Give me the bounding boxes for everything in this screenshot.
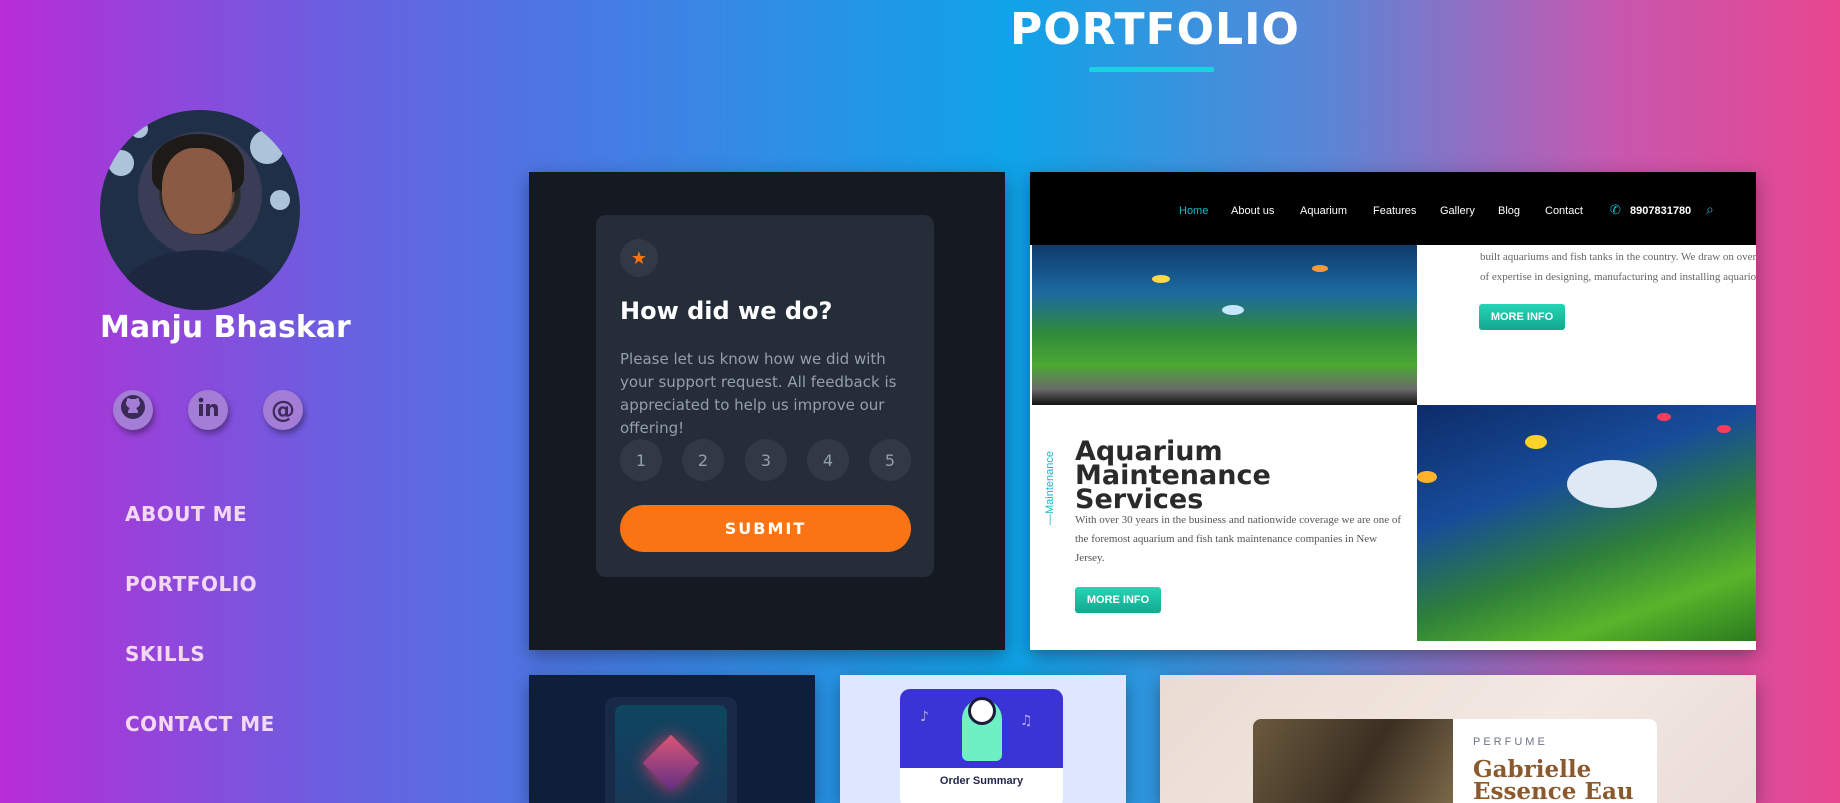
portfolio-card-nft[interactable] bbox=[529, 675, 815, 803]
title-underline bbox=[1089, 67, 1214, 72]
phone-number: 8907831780 bbox=[1630, 205, 1692, 217]
aq-nav-features[interactable]: Features bbox=[1373, 205, 1416, 217]
feedback-text: Please let us know how we did with your … bbox=[620, 350, 897, 437]
music-note-icon: ♪ bbox=[920, 709, 929, 725]
nav-about-me[interactable]: ABOUT ME bbox=[125, 502, 247, 526]
perfume-name: Gabrielle Essence Eau bbox=[1473, 756, 1634, 803]
submit-button[interactable]: SUBMIT bbox=[620, 505, 911, 552]
aquarium-heading: Aquarium Maintenance Services bbox=[1075, 436, 1271, 515]
aquarium-image-1 bbox=[1032, 245, 1417, 405]
aq-nav-about[interactable]: About us bbox=[1231, 205, 1274, 217]
portfolio-card-perfume[interactable]: PERFUME Gabrielle Essence Eau bbox=[1160, 675, 1756, 803]
portfolio-card-feedback[interactable]: ★ How did we do? Please let us know how … bbox=[529, 172, 1005, 650]
aq-nav-home[interactable]: Home bbox=[1179, 205, 1208, 217]
more-info-button-2[interactable]: MORE INFO bbox=[1075, 587, 1161, 613]
nav-skills[interactable]: SKILLS bbox=[125, 642, 205, 666]
maintenance-label: —Maintenance bbox=[1044, 451, 1056, 525]
rating-5[interactable]: 5 bbox=[869, 439, 911, 481]
aq-nav-aquarium[interactable]: Aquarium bbox=[1300, 205, 1347, 217]
feedback-heading: How did we do? bbox=[620, 297, 833, 325]
aquarium-navbar: Home About us Aquarium Features Gallery … bbox=[1030, 172, 1756, 245]
linkedin-link[interactable] bbox=[188, 390, 228, 430]
aq-nav-gallery[interactable]: Gallery bbox=[1440, 205, 1475, 217]
email-icon: @ bbox=[271, 396, 295, 424]
perfume-image bbox=[1253, 719, 1453, 803]
perfume-panel: PERFUME Gabrielle Essence Eau bbox=[1453, 719, 1657, 803]
aquarium-paragraph: With over 30 years in the business and n… bbox=[1075, 514, 1402, 564]
profile-name: Manju Bhaskar bbox=[100, 310, 351, 345]
aquarium-top-text-2: of expertise in designing, manufacturing… bbox=[1480, 271, 1756, 283]
page-title: PORTFOLIO bbox=[1010, 4, 1300, 55]
portfolio-card-order-summary[interactable]: ♪ ♫ Order Summary bbox=[840, 675, 1126, 803]
aq-nav-blog[interactable]: Blog bbox=[1498, 205, 1520, 217]
more-info-button[interactable]: MORE INFO bbox=[1479, 304, 1565, 330]
aq-nav-contact[interactable]: Contact bbox=[1545, 205, 1583, 217]
nav-contact-me[interactable]: CONTACT ME bbox=[125, 712, 275, 736]
order-summary-title: Order Summary bbox=[939, 775, 1024, 787]
search-icon[interactable]: ⌕ bbox=[1706, 202, 1714, 218]
feedback-panel: ★ How did we do? Please let us know how … bbox=[596, 215, 934, 577]
rating-3[interactable]: 3 bbox=[745, 439, 787, 481]
music-note-icon: ♫ bbox=[1020, 713, 1033, 729]
email-link[interactable]: @ bbox=[263, 390, 303, 430]
rating-4[interactable]: 4 bbox=[807, 439, 849, 481]
aquarium-image-2 bbox=[1417, 405, 1756, 641]
perfume-category: PERFUME bbox=[1473, 736, 1548, 748]
avatar bbox=[100, 110, 300, 310]
portfolio-card-aquarium[interactable]: Home About us Aquarium Features Gallery … bbox=[1030, 172, 1756, 650]
nav-portfolio[interactable]: PORTFOLIO bbox=[125, 572, 257, 596]
star-icon: ★ bbox=[620, 239, 658, 277]
rating-1[interactable]: 1 bbox=[620, 439, 662, 481]
order-hero: ♪ ♫ bbox=[900, 689, 1063, 768]
rating-2[interactable]: 2 bbox=[682, 439, 724, 481]
aquarium-top-text-1: built aquariums and fish tanks in the co… bbox=[1480, 251, 1756, 263]
github-icon bbox=[120, 394, 146, 426]
phone-icon: ✆ bbox=[1610, 202, 1621, 217]
linkedin-icon bbox=[195, 394, 221, 426]
order-summary-card: ♪ ♫ Order Summary bbox=[900, 689, 1063, 803]
github-link[interactable] bbox=[113, 390, 153, 430]
